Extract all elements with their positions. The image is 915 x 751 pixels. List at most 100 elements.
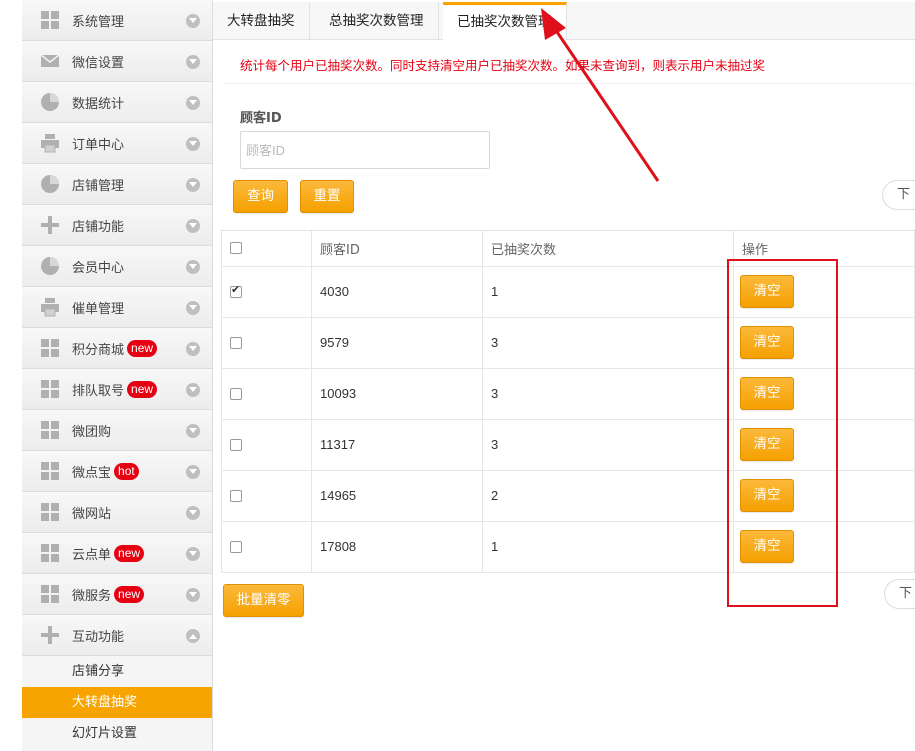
badge-new: new: [127, 380, 158, 398]
plus-icon: [40, 625, 60, 645]
badge-new: new: [127, 339, 158, 357]
next-page-button-bottom[interactable]: 下一: [884, 579, 915, 609]
customer-id-cell: 9579: [311, 317, 483, 369]
tab-total-draw-count[interactable]: 总抽奖次数管理: [315, 2, 439, 40]
row-checkbox[interactable]: [230, 439, 242, 451]
grid-icon: [40, 502, 60, 522]
header-customer-id: 顾客ID: [311, 231, 483, 267]
badge-new: new: [114, 544, 145, 562]
badge-new: new: [114, 585, 145, 603]
chevron-down-icon[interactable]: [186, 219, 200, 233]
customer-id-label: 顾客ID: [240, 111, 282, 126]
row-select-cell: [221, 470, 312, 522]
customer-id-cell: 14965: [311, 470, 483, 522]
reset-button[interactable]: 重置: [300, 180, 354, 213]
chevron-down-icon[interactable]: [186, 55, 200, 69]
chevron-down-icon[interactable]: [186, 465, 200, 479]
sidebar-item[interactable]: 互动功能: [22, 615, 212, 656]
sidebar-item[interactable]: 微点宝 hot: [22, 451, 212, 492]
chevron-down-icon[interactable]: [186, 301, 200, 315]
draw-count-cell: 2: [482, 470, 734, 522]
batch-clear-button[interactable]: 批量清零: [223, 584, 304, 617]
sidebar-item[interactable]: 会员中心: [22, 246, 212, 287]
chevron-down-icon[interactable]: [186, 588, 200, 602]
customer-id-input[interactable]: [240, 131, 490, 169]
chevron-down-icon[interactable]: [186, 547, 200, 561]
sidebar-item[interactable]: 微服务 new: [22, 574, 212, 615]
row-select-cell: [221, 368, 312, 420]
chevron-down-icon[interactable]: [186, 383, 200, 397]
sidebar-item[interactable]: 微信设置: [22, 41, 212, 82]
chevron-down-icon[interactable]: [186, 96, 200, 110]
sidebar-item[interactable]: 店铺功能: [22, 205, 212, 246]
chevron-down-icon[interactable]: [186, 342, 200, 356]
sidebar-subitem[interactable]: 店铺分享: [22, 656, 212, 687]
chevron-down-icon[interactable]: [186, 260, 200, 274]
plus-icon: [40, 215, 60, 235]
row-checkbox[interactable]: [230, 388, 242, 400]
chevron-up-icon[interactable]: [186, 629, 200, 643]
pie-chart-icon: [40, 92, 60, 112]
sidebar-submenu: 店铺分享 大转盘抽奖 幻灯片设置: [22, 656, 212, 749]
row-checkbox[interactable]: [230, 490, 242, 502]
row-select-cell: [221, 419, 312, 471]
sidebar-item[interactable]: 数据统计: [22, 82, 212, 123]
sidebar-item[interactable]: 系统管理: [22, 0, 212, 41]
tab-bar: 大转盘抽奖 总抽奖次数管理 已抽奖次数管理: [213, 2, 915, 41]
row-checkbox[interactable]: [230, 541, 242, 553]
query-button[interactable]: 查询: [233, 180, 288, 213]
draw-count-cell: 3: [482, 368, 734, 420]
tab-used-draw-count[interactable]: 已抽奖次数管理: [443, 2, 567, 41]
grid-icon: [40, 420, 60, 440]
sidebar-item-label: 数据统计: [72, 96, 125, 112]
row-select-cell: [221, 521, 312, 573]
customer-id-cell: 11317: [311, 419, 483, 471]
sidebar-item[interactable]: 云点单 new: [22, 533, 212, 574]
select-all-checkbox[interactable]: [230, 242, 242, 255]
sidebar-item[interactable]: 订单中心: [22, 123, 212, 164]
annotation-highlight-box: [727, 259, 838, 607]
row-select-cell: [221, 266, 312, 318]
grid-icon: [40, 543, 60, 563]
pie-chart-icon: [40, 256, 60, 276]
sidebar-item[interactable]: 催单管理: [22, 287, 212, 328]
sidebar-item-label: 云点单: [72, 547, 112, 563]
sidebar-item-label: 微网站: [72, 506, 112, 522]
sidebar-item-label: 微点宝: [72, 465, 112, 481]
chevron-down-icon[interactable]: [186, 137, 200, 151]
sidebar-item[interactable]: 微团购: [22, 410, 212, 451]
sidebar-item-label: 微信设置: [72, 55, 125, 71]
draw-count-cell: 3: [482, 317, 734, 369]
tab-lottery-wheel[interactable]: 大转盘抽奖: [213, 2, 310, 40]
pie-chart-icon: [40, 174, 60, 194]
chevron-down-icon[interactable]: [186, 14, 200, 28]
chevron-down-icon[interactable]: [186, 178, 200, 192]
draw-count-cell: 1: [482, 266, 734, 318]
sidebar-item[interactable]: 微网站: [22, 492, 212, 533]
sidebar-item-label: 店铺管理: [72, 178, 125, 194]
grid-icon: [40, 461, 60, 481]
chevron-down-icon[interactable]: [186, 424, 200, 438]
sidebar-item-label: 微团购: [72, 424, 112, 440]
row-checkbox[interactable]: [230, 337, 242, 349]
row-checkbox[interactable]: [230, 283, 242, 298]
grid-icon: [40, 338, 60, 358]
sidebar: 系统管理 微信设置 数据统计 订单中心 店铺管理 店铺功能 会员中心 催单管理 积分商城 new 排…: [22, 0, 213, 751]
grid-icon: [40, 379, 60, 399]
chevron-down-icon[interactable]: [186, 506, 200, 520]
draw-count-cell: 1: [482, 521, 734, 573]
next-page-button[interactable]: 下一: [882, 180, 915, 210]
sidebar-item-label: 店铺功能: [72, 219, 125, 235]
sidebar-item-label: 订单中心: [72, 137, 125, 153]
notice-text: 统计每个用户已抽奖次数。同时支持清空用户已抽奖次数。如果未查询到，则表示用户未抽…: [240, 58, 766, 73]
sidebar-item[interactable]: 积分商城 new: [22, 328, 212, 369]
sidebar-item-label: 系统管理: [72, 14, 125, 30]
sidebar-subitem[interactable]: 幻灯片设置: [22, 718, 212, 749]
sidebar-item-label: 微服务: [72, 588, 112, 604]
select-all-cell: [221, 231, 312, 267]
sidebar-item[interactable]: 店铺管理: [22, 164, 212, 205]
sidebar-subitem[interactable]: 大转盘抽奖: [22, 687, 212, 718]
sidebar-item[interactable]: 排队取号 new: [22, 369, 212, 410]
sidebar-item-label: 积分商城: [72, 342, 125, 358]
sidebar-menu: 系统管理 微信设置 数据统计 订单中心 店铺管理 店铺功能 会员中心 催单管理 积分商城 new 排…: [22, 0, 212, 656]
